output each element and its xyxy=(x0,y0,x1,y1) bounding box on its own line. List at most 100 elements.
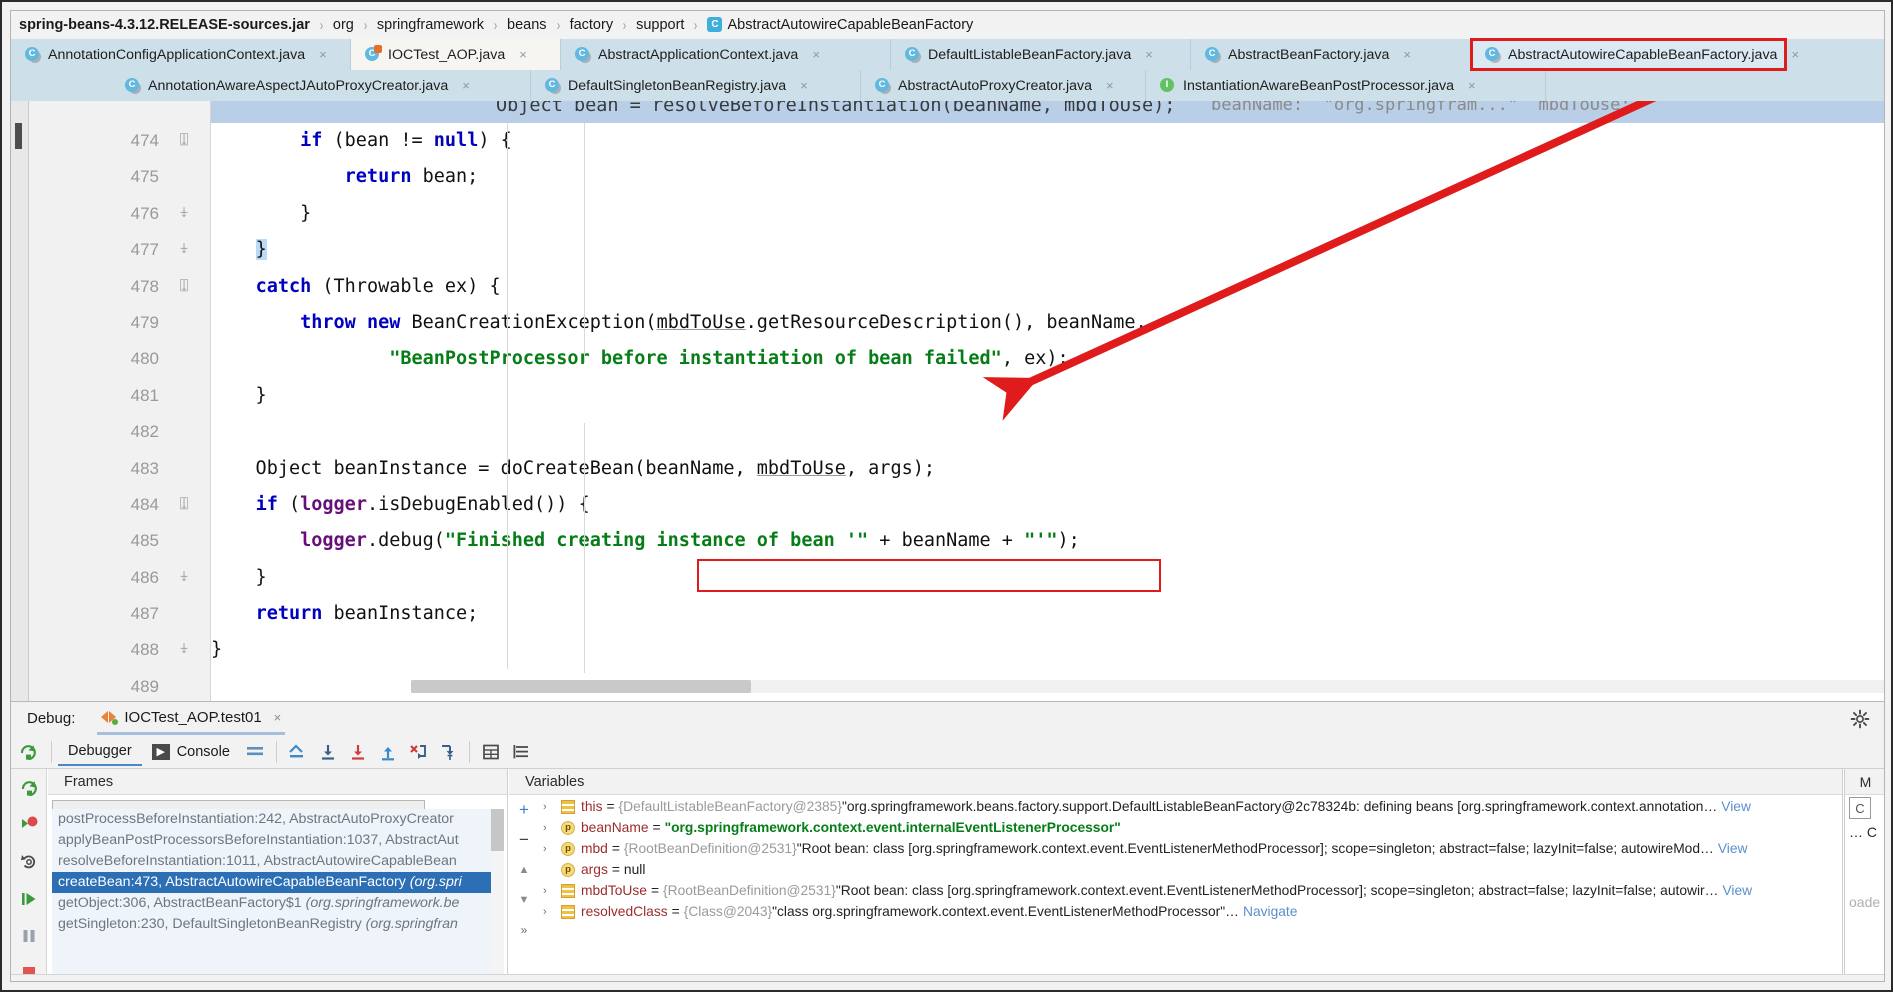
editor-tab[interactable]: C AnnotationConfigApplicationContext.java… xyxy=(11,39,351,70)
close-icon[interactable]: × xyxy=(800,79,808,92)
code-line[interactable]: 477 ⍖ } xyxy=(131,232,1884,268)
tab-console[interactable]: ▶ Console xyxy=(142,739,240,765)
code-line[interactable]: 487 return beanInstance; xyxy=(131,596,1884,632)
frames-list[interactable]: postProcessBeforeInstantiation:242, Abst… xyxy=(52,809,504,981)
breadcrumb-item-0[interactable]: spring-beans-4.3.12.RELEASE-sources.jar xyxy=(17,17,312,33)
breadcrumb-item-4[interactable]: factory xyxy=(568,17,616,33)
frame-item[interactable]: createBean:473, AbstractAutowireCapableB… xyxy=(52,872,504,893)
code-line[interactable]: 481 } xyxy=(131,378,1884,414)
code-line[interactable]: 476 ⍖ } xyxy=(131,196,1884,232)
code-line[interactable]: 486 ⍖ } xyxy=(131,560,1884,596)
variable-row[interactable]: › mbdToUse = {RootBeanDefinition@2531} "Ro… xyxy=(539,880,1843,901)
editor-tab[interactable]: C AbstractBeanFactory.java × xyxy=(1191,39,1471,70)
restore-layout-icon[interactable] xyxy=(11,843,47,880)
fold-collapse-icon[interactable]: ⍗ xyxy=(175,487,193,523)
editor-tab[interactable]: C DefaultSingletonBeanRegistry.java × xyxy=(531,70,861,101)
frame-item[interactable]: postProcessBeforeInstantiation:242, Abst… xyxy=(52,809,504,830)
close-icon[interactable]: × xyxy=(462,79,470,92)
rerun-rail-icon[interactable] xyxy=(11,769,47,806)
fold-collapse-icon[interactable]: ⍗ xyxy=(175,123,193,159)
close-icon[interactable]: × xyxy=(519,48,527,61)
editor-tab[interactable]: C DefaultListableBeanFactory.java × xyxy=(891,39,1191,70)
more-variables-button[interactable]: » xyxy=(509,915,539,945)
code-line[interactable]: 482 xyxy=(131,414,1884,450)
fold-collapse-icon[interactable]: ⍗ xyxy=(175,269,193,305)
breakpoints-rail-icon[interactable] xyxy=(11,806,47,843)
rerun-icon[interactable] xyxy=(11,735,45,769)
close-icon[interactable]: × xyxy=(812,48,820,61)
variable-row[interactable]: p args = null xyxy=(539,859,1843,880)
breadcrumb-item-5[interactable]: support xyxy=(634,17,686,33)
editor-tab[interactable]: C AnnotationAwareAspectJAutoProxyCreator.… xyxy=(111,70,531,101)
mute-breakpoints-icon[interactable] xyxy=(506,737,536,767)
frames-scrollbar-thumb[interactable] xyxy=(491,809,504,851)
close-icon[interactable]: × xyxy=(1145,48,1153,61)
variable-action-link[interactable]: Navigate xyxy=(1243,904,1297,919)
frame-item[interactable]: getSingleton:230, DefaultSingletonBeanRe… xyxy=(52,914,504,935)
editor-tab[interactable]: I InstantiationAwareBeanPostProcessor.jav… xyxy=(1146,70,1546,101)
fold-expand-icon[interactable]: ⍖ xyxy=(175,232,193,268)
variable-action-link[interactable]: View xyxy=(1722,883,1752,898)
code-editor[interactable]: Object bean = resolveBeforeInstantiation… xyxy=(11,101,1884,701)
variables-list[interactable]: › this = {DefaultListableBeanFactory@2385}… xyxy=(539,796,1843,981)
code-line[interactable]: 475 return bean; xyxy=(131,159,1884,195)
expand-arrow-icon[interactable]: › xyxy=(543,801,561,813)
fold-expand-icon[interactable]: ⍖ xyxy=(175,632,193,668)
breadcrumb-item-6[interactable]: C AbstractAutowireCapableBeanFactory xyxy=(705,16,975,33)
run-to-cursor-icon[interactable] xyxy=(433,737,463,767)
evaluate-expression-icon[interactable] xyxy=(476,737,506,767)
watch-up-button[interactable]: ▲ xyxy=(509,855,539,885)
fold-expand-icon[interactable]: ⍖ xyxy=(175,560,193,596)
variable-action-link[interactable]: View xyxy=(1721,799,1751,814)
breadcrumb-item-1[interactable]: org xyxy=(331,17,356,33)
close-session-icon[interactable]: × xyxy=(274,710,282,725)
breadcrumb-item-3[interactable]: beans xyxy=(505,17,549,33)
expand-arrow-icon[interactable]: › xyxy=(543,885,561,897)
variable-row[interactable]: › p mbd = {RootBeanDefinition@2531} "Root b… xyxy=(539,838,1843,859)
code-line[interactable]: 488 ⍖} xyxy=(131,632,1884,668)
frames-scrollbar[interactable] xyxy=(491,809,504,981)
variable-row[interactable]: › this = {DefaultListableBeanFactory@2385}… xyxy=(539,796,1843,817)
variable-row[interactable]: › resolvedClass = {Class@2043} "class org.… xyxy=(539,901,1843,922)
variable-action-link[interactable]: View xyxy=(1718,841,1748,856)
editor-tab[interactable]: C IOCTest_AOP.java × xyxy=(351,39,561,70)
force-step-into-icon[interactable] xyxy=(403,737,433,767)
remove-watch-button[interactable]: − xyxy=(509,825,539,855)
pause-program-icon[interactable] xyxy=(11,917,47,954)
variable-row[interactable]: › p beanName = "org.springframework.context… xyxy=(539,817,1843,838)
fold-expand-icon[interactable]: ⍖ xyxy=(175,196,193,232)
step-out-icon[interactable] xyxy=(373,737,403,767)
close-icon[interactable]: × xyxy=(1106,79,1114,92)
code-line[interactable]: 484 ⍗ if (logger.isDebugEnabled()) { xyxy=(131,487,1884,523)
gear-icon[interactable] xyxy=(1850,709,1870,729)
step-into-icon[interactable] xyxy=(343,737,373,767)
breadcrumb-item-2[interactable]: springframework xyxy=(375,17,486,33)
expand-arrow-icon[interactable]: › xyxy=(543,843,561,855)
expand-arrow-icon[interactable]: › xyxy=(543,906,561,918)
watch-down-button[interactable]: ▼ xyxy=(509,885,539,915)
code-line[interactable]: 479 throw new BeanCreationException(mbdT… xyxy=(131,305,1884,341)
code-line[interactable]: 483 Object beanInstance = doCreateBean(b… xyxy=(131,451,1884,487)
code-content[interactable]: Object bean = resolveBeforeInstantiation… xyxy=(131,101,1884,701)
close-icon[interactable]: × xyxy=(1468,79,1476,92)
editor-scrollbar-thumb[interactable] xyxy=(411,680,751,693)
step-over-icon[interactable] xyxy=(313,737,343,767)
code-line[interactable]: 474 ⍗ if (bean != null) { xyxy=(131,123,1884,159)
tab-debugger[interactable]: Debugger xyxy=(58,738,142,766)
show-execution-point-icon[interactable] xyxy=(283,737,313,767)
resume-program-icon[interactable] xyxy=(11,880,47,917)
editor-horizontal-scrollbar[interactable] xyxy=(411,680,1884,693)
expand-arrow-icon[interactable]: › xyxy=(543,822,561,834)
close-icon[interactable]: × xyxy=(1403,48,1411,61)
frame-item[interactable]: getObject:306, AbstractBeanFactory$1 (or… xyxy=(52,893,504,914)
code-line[interactable]: 480 "BeanPostProcessor before instantiat… xyxy=(131,341,1884,377)
frame-item[interactable]: resolveBeforeInstantiation:1011, Abstrac… xyxy=(52,851,504,872)
add-watch-button[interactable]: + xyxy=(509,795,539,825)
code-line[interactable]: 485 logger.debug("Finished creating inst… xyxy=(131,523,1884,559)
editor-tab[interactable]: C AbstractApplicationContext.java × xyxy=(561,39,891,70)
close-icon[interactable]: × xyxy=(319,48,327,61)
editor-tab[interactable]: C AbstractAutoProxyCreator.java × xyxy=(861,70,1146,101)
debug-session-tab[interactable]: IOCTest_AOP.test01 × xyxy=(97,702,286,735)
frame-item[interactable]: applyBeanPostProcessorsBeforeInstantiati… xyxy=(52,830,504,851)
code-line[interactable]: 478 ⍗ catch (Throwable ex) { xyxy=(131,269,1884,305)
